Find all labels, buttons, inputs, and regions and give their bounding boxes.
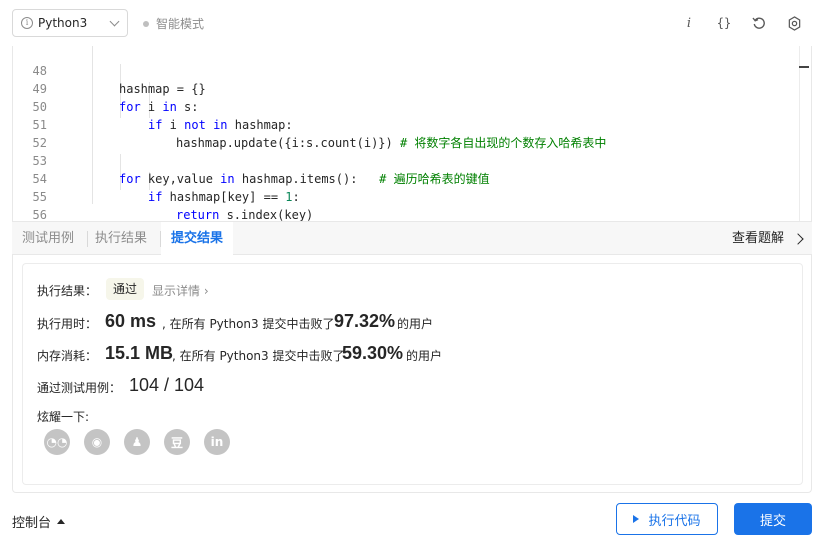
test-cases-label: 通过测试用例： <box>37 381 122 395</box>
language-label: Python3 <box>38 16 88 30</box>
code-line: 55 return s.index(key) <box>13 170 798 221</box>
status-badge: 通过 <box>106 278 145 300</box>
code-line: 57 <box>13 206 798 221</box>
tab-submit-result[interactable]: 提交结果 <box>161 222 234 255</box>
code-line: 48 hashmap = {} <box>13 46 798 96</box>
code-line: 56 return -1 <box>13 188 798 221</box>
chevron-down-icon <box>109 16 120 27</box>
qq-icon[interactable]: ♟ <box>124 429 150 455</box>
view-solution-label: 查看题解 <box>731 231 784 246</box>
memory-value: 15.1 MB <box>105 343 174 363</box>
code-line: 52 <box>13 116 798 150</box>
memory-beat-text: , 在所有 Python3 提交中击败了 <box>172 349 345 363</box>
douban-icon[interactable]: 豆 <box>164 429 190 455</box>
run-code-label: 执行代码 <box>648 513 701 529</box>
chevron-right-icon <box>792 232 804 245</box>
wechat-icon[interactable]: ◔◔ <box>44 429 70 455</box>
smart-mode-toggle[interactable]: 智能模式 <box>143 15 204 32</box>
code-editor[interactable]: 48 hashmap = {} 49 for i in s: 50 if i n… <box>12 46 812 221</box>
scroll-position-marker <box>799 66 809 68</box>
run-code-button[interactable]: 执行代码 <box>616 503 718 535</box>
smart-mode-label: 智能模式 <box>156 17 205 31</box>
memory-percentile: 59.30% <box>342 343 404 363</box>
memory-users-text: 的用户 <box>406 349 443 363</box>
runtime-label: 执行用时： <box>37 317 98 331</box>
status-dot-icon <box>143 20 149 27</box>
console-toggle[interactable]: 控制台 <box>12 512 66 531</box>
view-solution-link[interactable]: 查看题解 <box>731 222 804 255</box>
status-label: 执行结果： <box>37 284 98 298</box>
caret-up-icon <box>57 519 66 524</box>
play-icon <box>633 515 640 523</box>
tab-run-result[interactable]: 执行结果 <box>85 222 157 255</box>
weibo-icon[interactable]: ◉ <box>84 429 110 455</box>
submit-button[interactable]: 提交 <box>734 503 812 535</box>
editor-scrollbar[interactable] <box>799 46 811 221</box>
show-details-link[interactable]: 显示详情 › <box>152 282 209 299</box>
test-cases-value: 104 / 104 <box>129 375 205 395</box>
runtime-users-text: 的用户 <box>397 317 434 331</box>
language-select[interactable]: i Python3 <box>12 9 128 37</box>
code-line: 53 for key,value in hashmap.items(): # 遍… <box>13 134 798 186</box>
console-label: 控制台 <box>12 516 52 531</box>
info-italic-icon[interactable]: i <box>679 13 699 33</box>
runtime-value: 60 ms <box>105 311 157 331</box>
runtime-beat-text: , 在所有 Python3 提交中击败了 <box>162 317 335 331</box>
runtime-percentile: 97.32% <box>334 311 396 331</box>
code-line: 54 if hashmap[key] == 1: <box>13 152 798 204</box>
editor-toolbar: i Python3 智能模式 i {} <box>0 0 826 46</box>
tab-test-cases[interactable]: 测试用例 <box>12 222 84 255</box>
code-line: 49 for i in s: <box>13 62 798 114</box>
linkedin-icon[interactable]: in <box>204 429 230 455</box>
code-line: 50 if i not in hashmap: <box>13 80 798 132</box>
code-line: 51 hashmap.update({i:s.count(i)}) # 将数字各… <box>13 98 798 150</box>
share-label: 炫耀一下: <box>37 410 90 424</box>
info-icon: i <box>21 17 33 29</box>
result-tabs: 测试用例 执行结果 提交结果 查看题解 <box>12 221 812 255</box>
braces-icon[interactable]: {} <box>714 13 734 33</box>
memory-label: 内存消耗： <box>37 349 98 363</box>
settings-icon[interactable] <box>784 13 804 33</box>
reset-icon[interactable] <box>749 13 769 33</box>
